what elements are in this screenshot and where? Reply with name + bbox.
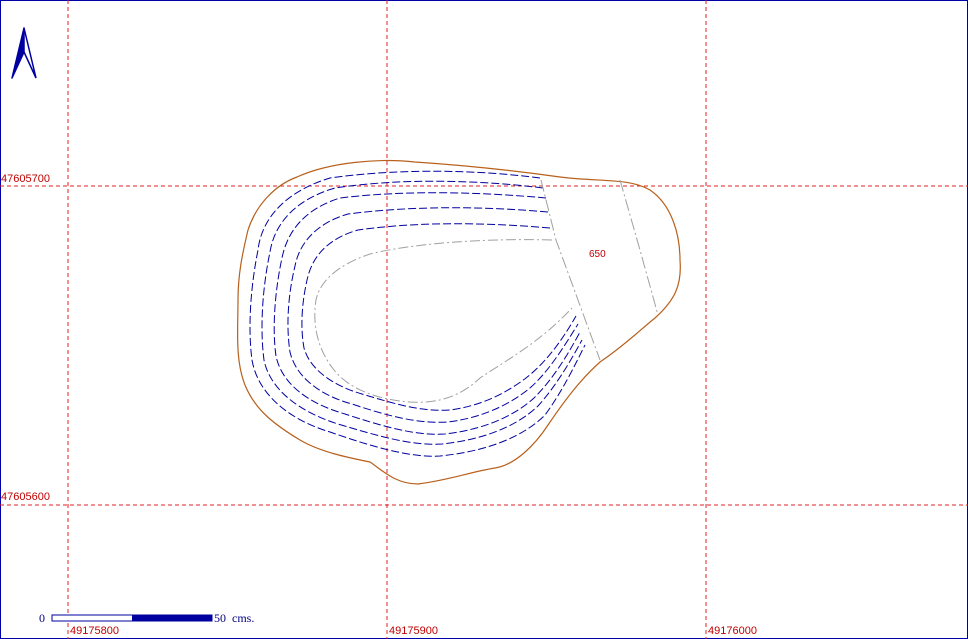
- contour-line: [249, 170, 586, 457]
- contour-line: [287, 207, 579, 423]
- grid-label-y: 47605600: [1, 491, 50, 503]
- contour-elevation-label: 650: [589, 249, 606, 260]
- map-canvas[interactable]: 47605700 47605600 49175800 49175900 4917…: [0, 0, 968, 639]
- zone-separators: [540, 179, 659, 361]
- scale-bar-unit-label: cms.: [232, 611, 254, 625]
- grid-label-x: 49175900: [389, 625, 438, 637]
- grid-label-y: 47605700: [1, 173, 50, 185]
- scale-bar-fill: [132, 615, 212, 621]
- scale-bar-end-label: 50: [214, 611, 226, 625]
- scale-bar-start-label: 0: [39, 611, 45, 625]
- grid-label-x: 49175800: [70, 625, 119, 637]
- north-arrow-icon: [11, 27, 37, 79]
- contour-lines: [249, 170, 586, 457]
- zone-separator: [540, 179, 601, 361]
- grid-label-x: 49176000: [708, 625, 757, 637]
- scale-bar: 0 50 cms.: [39, 611, 254, 625]
- inner-contour-line: [314, 239, 573, 403]
- pit-boundary: [236, 159, 681, 485]
- contour-line: [273, 192, 581, 435]
- zone-separator: [619, 179, 659, 316]
- contour-line: [301, 223, 577, 411]
- coordinate-grid: [0, 0, 968, 639]
- contour-line: [261, 180, 583, 445]
